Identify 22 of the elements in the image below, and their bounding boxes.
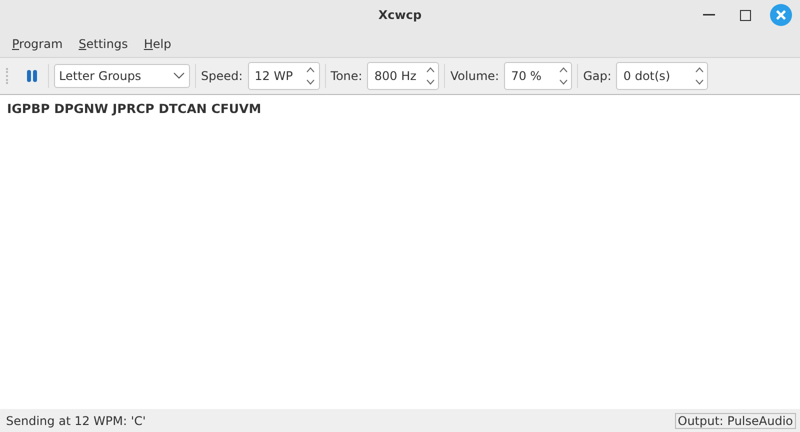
menu-item[interactable]: Program (4, 36, 71, 50)
spin-box[interactable]: 0 dot(s) (616, 62, 708, 90)
spinner-label: Gap: (583, 69, 612, 83)
pause-icon (27, 70, 37, 82)
spinner-label: Speed: (201, 69, 243, 83)
spinner-label: Volume: (450, 69, 500, 83)
mode-dropdown[interactable]: Letter Groups (54, 64, 190, 88)
output-indicator: Output: PulseAudio (674, 412, 796, 428)
minimize-icon (703, 14, 715, 16)
menu-item[interactable]: Help (136, 36, 180, 50)
text-area[interactable]: IGPBP DPGNW JPRCP DTCAN CFUVM (0, 95, 800, 409)
morse-text: IGPBP DPGNW JPRCP DTCAN CFUVM (7, 101, 262, 116)
spin-box[interactable]: 800 Hz (367, 62, 440, 90)
status-message: Sending at 12 WPM: 'C' (6, 414, 146, 428)
spinner-label: Tone: (330, 69, 362, 83)
window-title: Xcwcp (378, 8, 422, 22)
close-button[interactable] (770, 4, 792, 26)
menu-item[interactable]: Settings (70, 36, 136, 50)
maximize-icon (740, 10, 750, 20)
spin-box[interactable]: 12 WP (248, 62, 320, 90)
chevron-down-icon (173, 72, 185, 80)
spin-box[interactable]: 70 % (504, 62, 572, 90)
